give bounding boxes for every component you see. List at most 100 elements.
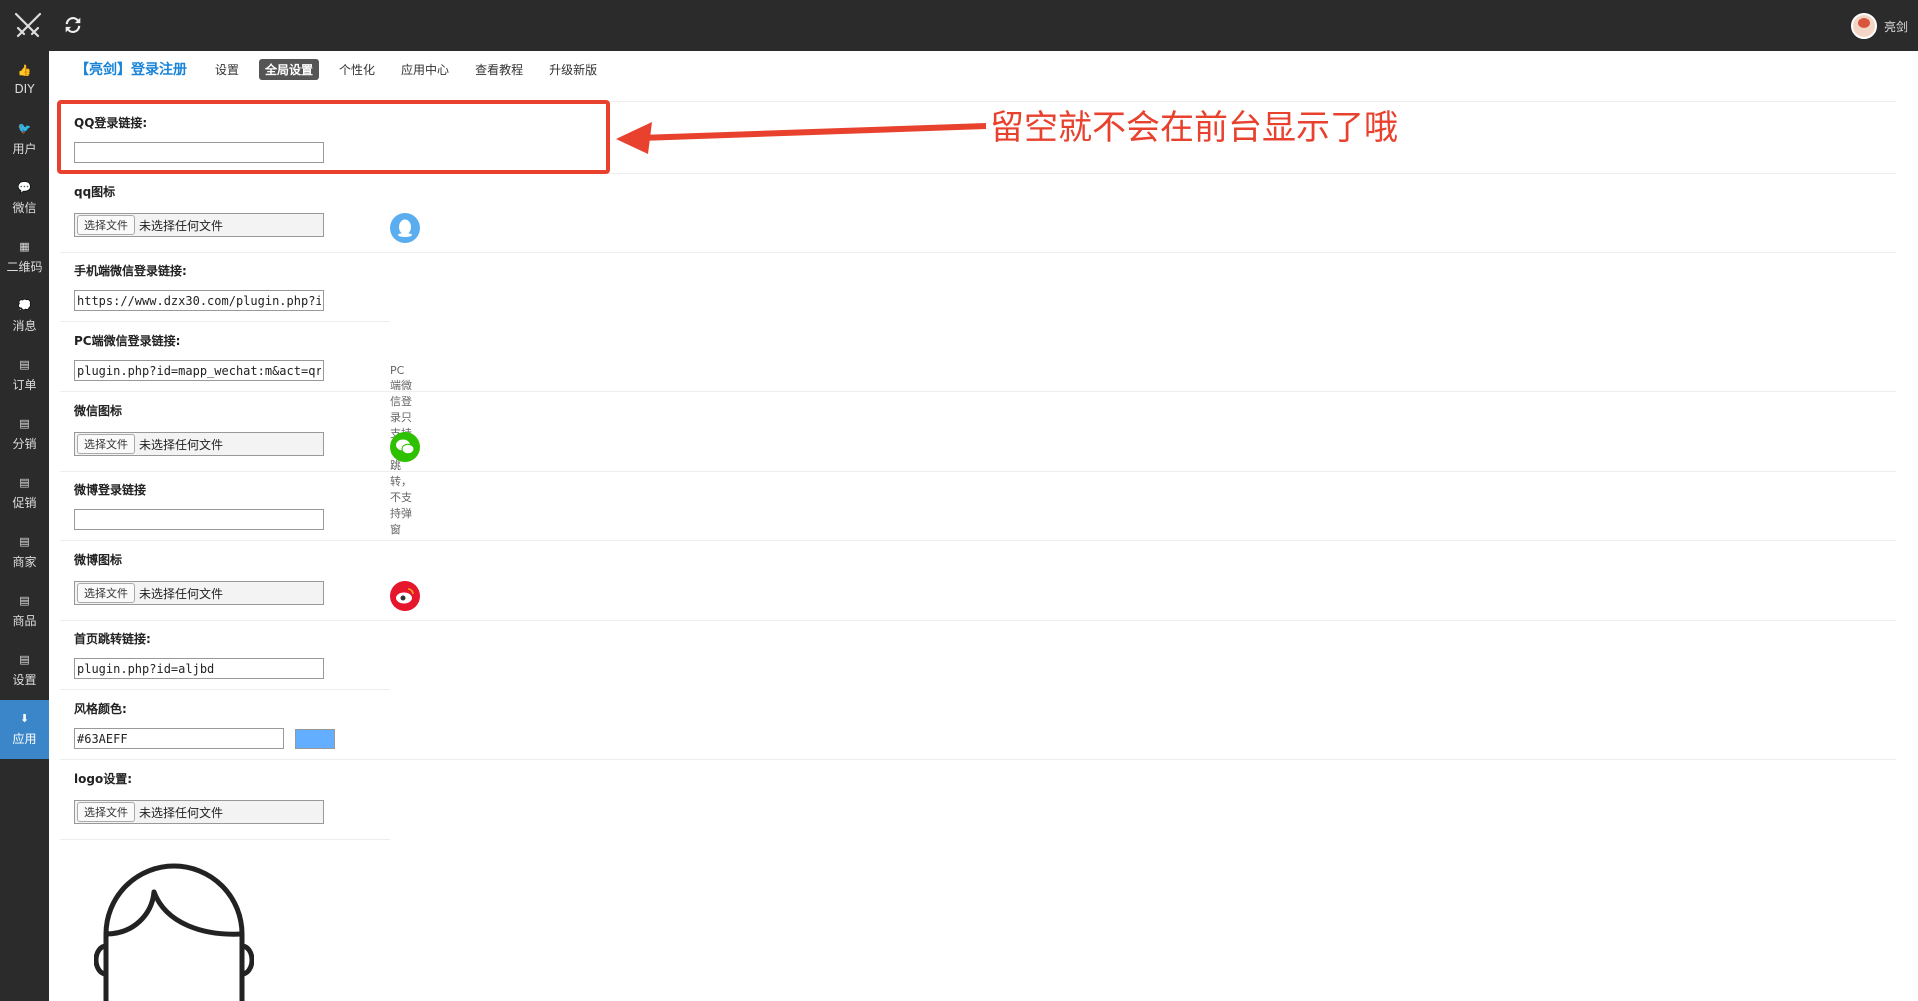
- tab-personalize[interactable]: 个性化: [333, 59, 381, 80]
- sidebar-item-label: DIY: [14, 82, 35, 96]
- thumb-up-icon: 👍: [17, 64, 32, 77]
- sidebar-item-label: 分销: [12, 436, 37, 451]
- weibo-icon-label: 微博图标: [74, 553, 123, 567]
- sidebar-item-6[interactable]: ▤ 分销: [0, 405, 49, 464]
- file-status: 未选择任何文件: [139, 586, 224, 601]
- divider: [60, 689, 390, 690]
- sidebar-item-label: 应用: [12, 731, 37, 746]
- sidebar-item-3[interactable]: ▦ 二维码: [0, 228, 49, 287]
- plugin-nav: 【亮剑】登录注册 设置 全局设置 个性化 应用中心 查看教程 升级新版: [75, 58, 617, 80]
- file-status: 未选择任何文件: [139, 218, 224, 233]
- tab-settings[interactable]: 设置: [209, 59, 245, 80]
- annotation-arrow-icon: [616, 122, 987, 154]
- sidebar-item-label: 商品: [12, 613, 37, 628]
- crossed-swords-logo-icon[interactable]: [12, 10, 44, 42]
- choose-file-button[interactable]: 选择文件: [77, 215, 135, 235]
- qq-icon-row: qq图标 选择文件 未选择任何文件: [60, 183, 1896, 253]
- qrcode-icon: ▦: [19, 239, 30, 253]
- sidebar-item-label: 微信: [12, 200, 37, 215]
- tab-upgrade[interactable]: 升级新版: [543, 59, 603, 80]
- wechat-icon: [390, 432, 420, 462]
- choose-file-button[interactable]: 选择文件: [77, 434, 135, 454]
- document-icon: ▤: [19, 357, 30, 371]
- weibo-icon-row: 微博图标 选择文件 未选择任何文件: [60, 551, 1896, 621]
- annotation-highlight-box: [57, 100, 610, 174]
- divider: [60, 759, 1896, 760]
- sidebar-item-2[interactable]: 💬 微信: [0, 169, 49, 228]
- weibo-link-label: 微博登录链接: [74, 483, 147, 497]
- sidebar: 👍 DIY 🐦 用户 💬 微信 ▦ 二维码 💭 消息 ▤ 订单 ▤ 分销 ▤ 促销 ▤ 商家 ▤ 商品 ▤ 设置 ⬇ 应用: [0, 51, 49, 1001]
- home-redirect-row: 首页跳转链接:: [60, 630, 390, 690]
- top-bar: 亮剑: [0, 0, 1918, 51]
- refresh-icon[interactable]: [62, 14, 84, 36]
- choose-file-button[interactable]: 选择文件: [77, 583, 135, 603]
- tab-global-settings[interactable]: 全局设置: [259, 58, 320, 80]
- divider: [60, 540, 1896, 541]
- logo-file-input[interactable]: 选择文件 未选择任何文件: [74, 800, 324, 824]
- document-icon: ▤: [19, 534, 30, 548]
- qq-icon-file-input[interactable]: 选择文件 未选择任何文件: [74, 213, 324, 237]
- tab-app-center[interactable]: 应用中心: [395, 59, 455, 80]
- sidebar-item-label: 促销: [12, 495, 37, 510]
- document-icon: ▤: [19, 416, 30, 430]
- pc-wechat-link-label: PC端微信登录链接:: [74, 334, 181, 348]
- sidebar-item-5[interactable]: ▤ 订单: [0, 346, 49, 405]
- sidebar-item-1[interactable]: 🐦 用户: [0, 110, 49, 169]
- qq-penguin-icon: [390, 213, 420, 243]
- wechat-icon-row: 微信图标 选择文件 未选择任何文件: [60, 402, 1896, 472]
- home-redirect-input[interactable]: [74, 658, 324, 679]
- weibo-icon-file-input[interactable]: 选择文件 未选择任何文件: [74, 581, 324, 605]
- document-icon: ▤: [19, 593, 30, 607]
- document-icon: ▤: [19, 652, 30, 666]
- sidebar-item-0[interactable]: 👍 DIY: [0, 51, 49, 110]
- message-icon: 💭: [17, 298, 32, 312]
- divider: [60, 471, 1896, 472]
- divider: [60, 839, 390, 840]
- choose-file-button[interactable]: 选择文件: [77, 802, 135, 822]
- file-status: 未选择任何文件: [139, 805, 224, 820]
- sidebar-item-9[interactable]: ▤ 商品: [0, 582, 49, 641]
- user-menu[interactable]: 亮剑: [1850, 13, 1908, 39]
- download-icon: ⬇: [19, 711, 30, 725]
- sidebar-item-label: 二维码: [6, 259, 43, 274]
- user-avatar-outline-icon: [94, 863, 254, 1001]
- theme-color-label: 风格颜色:: [74, 702, 127, 716]
- pc-wechat-link-row: PC端微信登录链接: PC端微信登录只支持链接跳转，不支持弹窗: [60, 332, 1896, 536]
- sidebar-item-label: 订单: [12, 377, 37, 392]
- pc-wechat-link-input[interactable]: [74, 360, 324, 381]
- sidebar-item-label: 消息: [12, 318, 37, 333]
- mobile-wechat-link-label: 手机端微信登录链接:: [74, 264, 187, 278]
- tab-tutorial[interactable]: 查看教程: [469, 59, 529, 80]
- theme-color-row: 风格颜色:: [60, 700, 1896, 760]
- qq-icon-label: qq图标: [74, 185, 116, 199]
- username[interactable]: 亮剑: [1884, 18, 1908, 35]
- mobile-wechat-link-input[interactable]: [74, 290, 324, 311]
- sidebar-item-10[interactable]: ▤ 设置: [0, 641, 49, 700]
- divider: [60, 620, 1896, 621]
- sidebar-item-label: 设置: [12, 672, 37, 687]
- wechat-icon-file-input[interactable]: 选择文件 未选择任何文件: [74, 432, 324, 456]
- wechat-icon: 💬: [17, 180, 32, 194]
- color-picker-swatch[interactable]: [295, 729, 335, 749]
- logo-row: logo设置: 选择文件 未选择任何文件: [60, 770, 390, 840]
- file-status: 未选择任何文件: [139, 437, 224, 452]
- sidebar-item-label: 商家: [12, 554, 37, 569]
- divider: [60, 391, 1896, 392]
- wechat-icon-label: 微信图标: [74, 404, 123, 418]
- divider: [60, 252, 1896, 253]
- logo-label: logo设置:: [74, 772, 132, 786]
- theme-color-input[interactable]: [74, 728, 284, 749]
- weibo-link-input[interactable]: [74, 509, 324, 530]
- sidebar-item-7[interactable]: ▤ 促销: [0, 464, 49, 523]
- mobile-wechat-link-row: 手机端微信登录链接:: [60, 262, 390, 322]
- plugin-title[interactable]: 【亮剑】登录注册: [75, 59, 187, 79]
- twitter-icon: 🐦: [17, 121, 32, 135]
- sidebar-item-11[interactable]: ⬇ 应用: [0, 700, 49, 759]
- sidebar-item-4[interactable]: 💭 消息: [0, 287, 49, 346]
- weibo-icon: [390, 581, 420, 611]
- divider: [60, 321, 390, 322]
- annotation-text: 留空就不会在前台显示了哦: [990, 108, 1398, 148]
- avatar[interactable]: [1850, 13, 1877, 39]
- weibo-link-row: 微博登录链接: [60, 481, 1896, 541]
- sidebar-item-8[interactable]: ▤ 商家: [0, 523, 49, 582]
